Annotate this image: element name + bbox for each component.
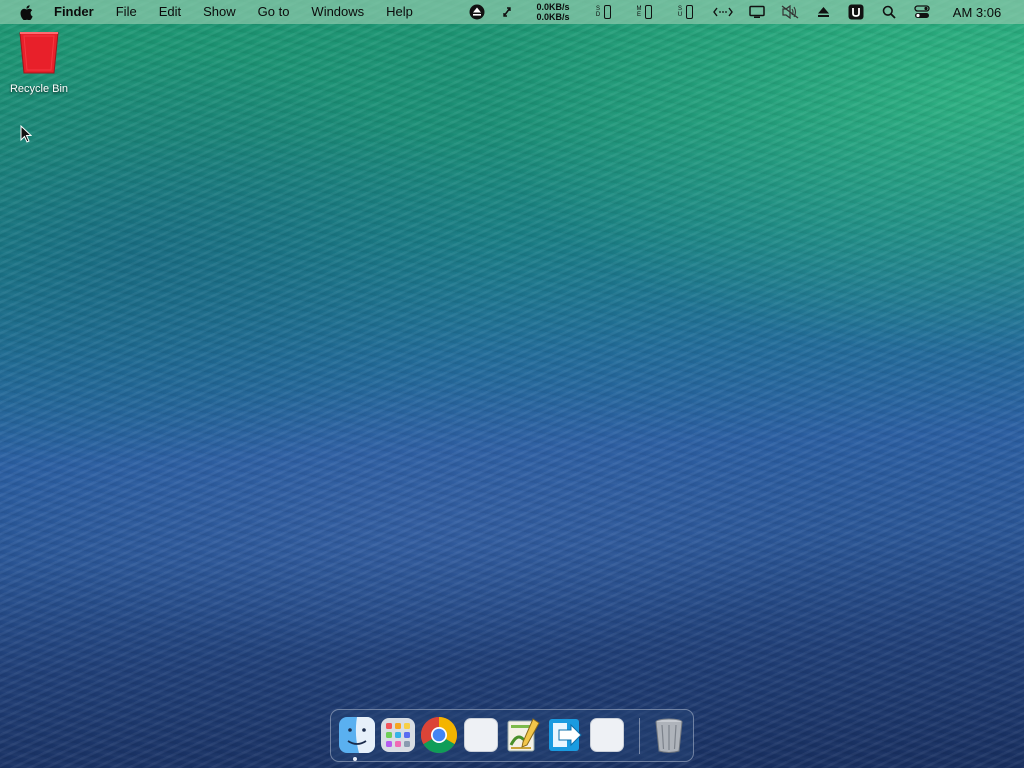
menu-edit[interactable]: Edit xyxy=(148,0,192,24)
chrome-icon xyxy=(420,717,458,754)
menu-show[interactable]: Show xyxy=(192,0,247,24)
dock-app-pen-editor[interactable] xyxy=(503,715,543,755)
control-center-icon[interactable] xyxy=(913,0,931,24)
launchpad-icon xyxy=(381,718,415,752)
desktop-wallpaper xyxy=(0,0,1024,768)
dock-separator xyxy=(639,718,640,754)
display-icon[interactable] xyxy=(748,0,766,24)
dock-app-migration[interactable] xyxy=(545,715,585,755)
dock xyxy=(330,709,694,762)
dock-app-blank-1[interactable] xyxy=(461,715,501,755)
dock-app-finder[interactable] xyxy=(337,715,377,755)
eject-icon[interactable] xyxy=(815,0,831,24)
desktop-icon-recycle-bin[interactable]: Recycle Bin xyxy=(4,30,74,95)
menu-file[interactable]: File xyxy=(105,0,148,24)
phone-icon xyxy=(604,5,611,19)
apple-menu[interactable] xyxy=(0,4,43,20)
menu-clock[interactable]: AM 3:06 xyxy=(946,0,1008,24)
device-me-label: ME xyxy=(636,6,642,18)
device-su-label: SU xyxy=(677,6,683,18)
pen-editor-icon xyxy=(507,718,540,752)
network-speed[interactable]: 0.0KB/s 0.0KB/s xyxy=(530,0,576,24)
phone-icon xyxy=(686,5,693,19)
dock-app-launchpad[interactable] xyxy=(378,715,418,755)
recycle-bin-icon xyxy=(19,32,59,74)
menu-windows[interactable]: Windows xyxy=(300,0,375,24)
menu-bar: Finder File Edit Show Go to Windows Help… xyxy=(0,0,1024,24)
dock-app-blank-2[interactable] xyxy=(587,715,627,755)
device-me[interactable]: ME xyxy=(631,0,657,24)
phone-icon xyxy=(645,5,652,19)
finder-icon xyxy=(339,717,375,753)
desktop-icon-label: Recycle Bin xyxy=(9,83,69,95)
menu-help[interactable]: Help xyxy=(375,0,424,24)
blank-app-icon xyxy=(590,718,624,752)
search-icon[interactable] xyxy=(881,0,897,24)
arrow-app-icon xyxy=(549,719,582,751)
app-menu-finder[interactable]: Finder xyxy=(43,0,105,24)
upload-speed: 0.0KB/s xyxy=(536,2,570,12)
dock-trash[interactable] xyxy=(649,715,689,755)
mouse-cursor-icon xyxy=(20,124,33,148)
download-speed: 0.0KB/s xyxy=(536,12,570,22)
u-app-icon[interactable] xyxy=(847,0,865,24)
menu-go-to[interactable]: Go to xyxy=(247,0,301,24)
apple-icon xyxy=(20,4,33,20)
blank-app-icon xyxy=(464,718,498,752)
device-su[interactable]: SU xyxy=(672,0,698,24)
sync-arrows-icon[interactable] xyxy=(500,0,514,24)
dock-app-chrome[interactable] xyxy=(419,715,459,755)
running-indicator xyxy=(353,757,357,761)
eject-circle-icon[interactable] xyxy=(469,0,485,24)
device-sd[interactable]: SD xyxy=(590,0,616,24)
mute-icon[interactable] xyxy=(780,0,800,24)
device-sd-label: SD xyxy=(595,6,601,18)
trash-icon xyxy=(655,718,683,753)
network-arrows-icon[interactable] xyxy=(712,0,734,24)
